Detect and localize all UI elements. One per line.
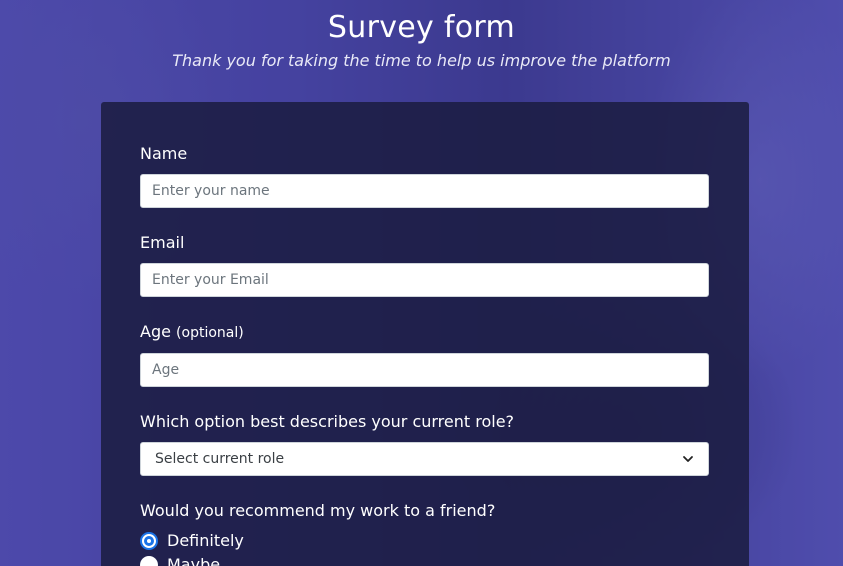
recommend-option-definitely[interactable]: Definitely bbox=[140, 531, 709, 551]
page-header: Survey form Thank you for taking the tim… bbox=[0, 0, 843, 73]
radio-label: Maybe bbox=[167, 555, 221, 566]
email-input[interactable] bbox=[140, 263, 709, 297]
email-label: Email bbox=[140, 233, 185, 252]
age-label: Age (optional) bbox=[140, 322, 709, 343]
page-title: Survey form bbox=[327, 10, 516, 45]
age-input[interactable] bbox=[140, 353, 709, 387]
age-label-text: Age bbox=[140, 322, 171, 341]
chevron-down-icon bbox=[683, 456, 693, 462]
role-label: Which option best describes your current… bbox=[140, 412, 515, 431]
age-optional-hint: (optional) bbox=[176, 325, 244, 341]
recommend-option-maybe[interactable]: Maybe bbox=[140, 555, 709, 566]
radio-checked-dot bbox=[144, 536, 154, 546]
name-label: Name bbox=[140, 144, 188, 163]
recommend-field-group: Would you recommend my work to a friend?… bbox=[140, 501, 709, 566]
radio-label: Definitely bbox=[167, 531, 244, 550]
age-field-group: Age (optional) bbox=[140, 322, 709, 387]
role-dropdown[interactable]: Select current role bbox=[140, 442, 709, 476]
radio-button[interactable] bbox=[140, 556, 158, 566]
role-selected-value: Select current role bbox=[155, 451, 285, 467]
email-field-group: Email bbox=[140, 233, 709, 297]
role-field-group: Which option best describes your current… bbox=[140, 412, 709, 476]
page-description: Thank you for taking the time to help us… bbox=[172, 51, 671, 70]
survey-form: Name Email Age (optional) Which option b… bbox=[101, 102, 749, 566]
name-input[interactable] bbox=[140, 174, 709, 208]
name-field-group: Name bbox=[140, 144, 709, 208]
recommend-label: Would you recommend my work to a friend? bbox=[140, 501, 496, 520]
radio-button[interactable] bbox=[140, 532, 158, 550]
